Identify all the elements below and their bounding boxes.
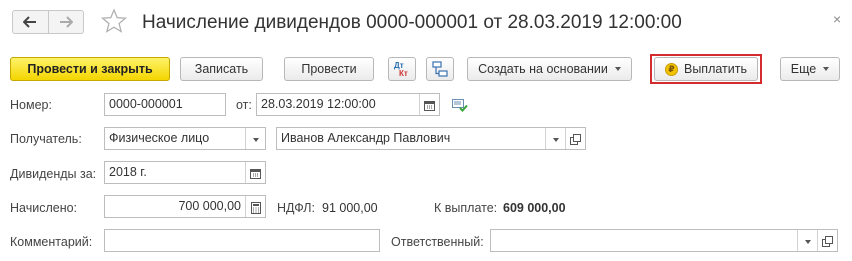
ndfl-label: НДФЛ: bbox=[277, 201, 315, 215]
date-value: 28.03.2019 12:00:00 bbox=[261, 97, 376, 111]
structure-button[interactable] bbox=[426, 57, 454, 81]
recipient-open-button[interactable] bbox=[565, 128, 585, 149]
back-button[interactable] bbox=[13, 11, 48, 33]
recipient-type-dropdown[interactable] bbox=[245, 128, 265, 149]
ruble-coin-icon: ₽ bbox=[664, 62, 678, 76]
responsible-dropdown[interactable] bbox=[797, 230, 817, 251]
chevron-down-icon bbox=[614, 67, 621, 71]
navigation-buttons bbox=[12, 10, 84, 34]
recipient-type-value: Физическое лицо bbox=[109, 131, 210, 145]
close-icon[interactable]: × bbox=[833, 12, 841, 26]
accrued-field[interactable]: 700 000,00 bbox=[104, 195, 266, 218]
recipient-name-dropdown[interactable] bbox=[545, 128, 565, 149]
ndfl-value: 91 000,00 bbox=[322, 201, 378, 215]
date-label: от: bbox=[236, 98, 252, 112]
calendar-icon bbox=[250, 169, 261, 179]
pay-button[interactable]: ₽ Выплатить bbox=[654, 57, 758, 81]
post-and-close-button[interactable]: Провести и закрыть bbox=[10, 57, 170, 81]
star-icon[interactable] bbox=[101, 8, 127, 34]
calculator-button[interactable] bbox=[245, 196, 265, 217]
calendar-button[interactable] bbox=[419, 94, 439, 115]
calendar-icon bbox=[424, 101, 435, 111]
posting-status-icon[interactable] bbox=[452, 99, 468, 112]
write-button[interactable]: Записать bbox=[180, 57, 263, 81]
calculator-icon bbox=[250, 201, 261, 214]
number-field[interactable]: 0000-000001 bbox=[104, 93, 226, 116]
chevron-down-icon bbox=[552, 137, 559, 142]
post-button[interactable]: Провести bbox=[284, 57, 374, 81]
recipient-name-value: Иванов Александр Павлович bbox=[281, 131, 451, 145]
responsible-label: Ответственный: bbox=[391, 235, 484, 249]
pay-label: Выплатить bbox=[683, 62, 747, 76]
chevron-down-icon bbox=[804, 239, 811, 244]
date-field[interactable]: 28.03.2019 12:00:00 bbox=[256, 93, 440, 116]
payout-value: 609 000,00 bbox=[503, 201, 566, 215]
dt-kt-button[interactable]: Дт Кт bbox=[388, 57, 416, 81]
period-value: 2018 г. bbox=[109, 165, 147, 179]
recipient-type-select[interactable]: Физическое лицо bbox=[104, 127, 266, 150]
period-calendar-button[interactable] bbox=[245, 162, 265, 183]
responsible-field[interactable] bbox=[490, 229, 838, 252]
svg-text:Кт: Кт bbox=[399, 69, 408, 78]
forward-button[interactable] bbox=[47, 11, 84, 33]
open-item-icon bbox=[822, 236, 833, 247]
create-based-on-label: Создать на основании bbox=[478, 62, 608, 76]
chevron-down-icon bbox=[823, 67, 830, 71]
comment-field[interactable] bbox=[104, 229, 380, 252]
arrow-right-icon bbox=[59, 16, 73, 28]
number-label: Номер: bbox=[10, 98, 52, 112]
comment-label: Комментарий: bbox=[10, 235, 93, 249]
dt-kt-icon: Дт Кт bbox=[394, 61, 408, 78]
create-based-on-button[interactable]: Создать на основании bbox=[467, 57, 632, 81]
period-label: Дивиденды за: bbox=[10, 167, 97, 181]
responsible-open-button[interactable] bbox=[817, 230, 837, 251]
accrued-value: 700 000,00 bbox=[178, 199, 241, 213]
accrued-label: Начислено: bbox=[10, 201, 78, 215]
page-title: Начисление дивидендов 0000-000001 от 28.… bbox=[142, 12, 682, 33]
chevron-down-icon bbox=[252, 137, 259, 142]
more-button[interactable]: Еще bbox=[780, 57, 840, 81]
document-structure-icon bbox=[432, 61, 448, 77]
more-label: Еще bbox=[790, 62, 817, 76]
arrow-left-icon bbox=[23, 16, 37, 28]
recipient-name-field[interactable]: Иванов Александр Павлович bbox=[276, 127, 586, 150]
period-field[interactable]: 2018 г. bbox=[104, 161, 266, 184]
recipient-label: Получатель: bbox=[10, 132, 82, 146]
payout-label: К выплате: bbox=[434, 201, 498, 215]
open-item-icon bbox=[570, 134, 581, 145]
